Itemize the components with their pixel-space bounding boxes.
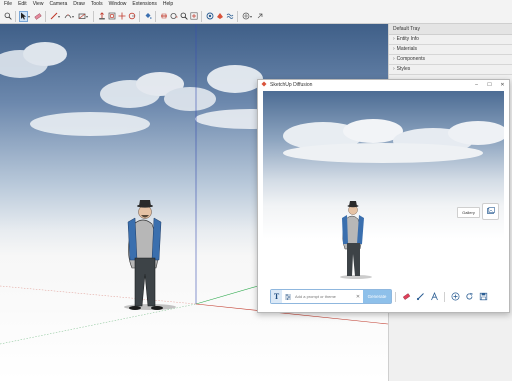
- zoom-extents-icon[interactable]: [189, 11, 198, 22]
- tray-title: Default Tray: [389, 24, 512, 35]
- menu-tools[interactable]: Tools: [88, 0, 106, 9]
- chevron-down-icon[interactable]: ▾: [250, 14, 254, 19]
- toolbar-separator: [139, 10, 140, 22]
- text-style-icon[interactable]: [427, 289, 441, 304]
- bottom-bar-separator: [444, 291, 445, 302]
- chevron-right-icon: ›: [393, 46, 395, 52]
- toolbar-separator: [45, 10, 46, 22]
- dialog-title-bar[interactable]: SketchUp Diffusion – ☐ ✕: [258, 80, 509, 90]
- toolbar-separator: [93, 10, 94, 22]
- move-icon[interactable]: [117, 11, 126, 22]
- tray-panel-label: Components: [396, 56, 426, 62]
- chevron-right-icon: ›: [393, 66, 395, 72]
- chevron-down-icon[interactable]: ▾: [86, 14, 90, 19]
- save-icon[interactable]: [476, 289, 490, 304]
- gallery-label[interactable]: Gallery: [457, 207, 480, 218]
- settings-sliders-icon[interactable]: [282, 290, 293, 303]
- brush-tool-icon[interactable]: [413, 289, 427, 304]
- zoom-icon[interactable]: [179, 11, 188, 22]
- image-gallery-icon: [486, 206, 495, 217]
- search-icon[interactable]: [3, 11, 12, 22]
- dialog-title: SketchUp Diffusion: [270, 82, 313, 88]
- main-toolbar: ▾ ▾ ▾ ▾ ▾: [0, 9, 512, 24]
- tray-panel-entity-info[interactable]: › Entity Info: [389, 35, 512, 45]
- tray-panel-label: Styles: [396, 66, 411, 72]
- paint-bucket-icon[interactable]: [143, 11, 152, 22]
- rectangle-icon[interactable]: [77, 11, 86, 22]
- offset-icon[interactable]: [107, 11, 116, 22]
- text-prompt-mode-button[interactable]: T: [271, 290, 282, 303]
- generate-button[interactable]: Generate: [363, 290, 391, 303]
- diffusion-bottom-bar: T ✕ Generate: [270, 288, 502, 305]
- tray-panel-components[interactable]: › Components: [389, 55, 512, 65]
- model-info-icon[interactable]: [255, 11, 264, 22]
- menu-view[interactable]: View: [30, 0, 47, 9]
- warehouse-icon[interactable]: [205, 11, 214, 22]
- green-axis-dotted: [0, 303, 197, 345]
- menu-camera[interactable]: Camera: [46, 0, 70, 9]
- prompt-input[interactable]: [293, 290, 355, 303]
- menu-help[interactable]: Help: [160, 0, 176, 9]
- section-plane-icon[interactable]: [159, 11, 168, 22]
- gallery-button[interactable]: [482, 203, 499, 220]
- toolbar-separator: [15, 10, 16, 22]
- preview-image: Gallery: [263, 91, 504, 288]
- diffusion-dialog: SketchUp Diffusion – ☐ ✕ Gallery T Add a…: [257, 79, 510, 313]
- chevron-down-icon[interactable]: ▾: [58, 14, 62, 19]
- chevron-down-icon[interactable]: ▾: [28, 14, 32, 19]
- menu-extensions[interactable]: Extensions: [129, 0, 159, 9]
- eraser-icon[interactable]: [33, 11, 42, 22]
- arc-icon[interactable]: [63, 11, 72, 22]
- toolbar-separator: [201, 10, 202, 22]
- push-pull-icon[interactable]: [97, 11, 106, 22]
- tray-panel-styles[interactable]: › Styles: [389, 65, 512, 75]
- preview-person: [340, 201, 372, 279]
- menu-draw[interactable]: Draw: [70, 0, 88, 9]
- eraser-tool-icon[interactable]: [399, 289, 413, 304]
- add-icon[interactable]: [448, 289, 462, 304]
- maximize-button[interactable]: ☐: [483, 82, 496, 88]
- sketchup-logo-icon: [261, 81, 267, 89]
- tape-measure-icon[interactable]: [169, 11, 178, 22]
- minimize-button[interactable]: –: [470, 82, 483, 88]
- extension-warehouse-icon[interactable]: [215, 11, 224, 22]
- prompt-group: T ✕ Generate: [270, 289, 392, 304]
- red-axis-dotted: [0, 285, 197, 305]
- bottom-bar-separator: [395, 291, 396, 302]
- toolbar-separator: [237, 10, 238, 22]
- person-figure: [124, 200, 176, 310]
- tray-panel-label: Materials: [396, 46, 417, 52]
- add-location-icon[interactable]: [241, 11, 250, 22]
- pencil-line-icon[interactable]: [49, 11, 58, 22]
- rotate-icon[interactable]: [127, 11, 136, 22]
- menu-file[interactable]: File: [0, 0, 15, 9]
- menu-edit[interactable]: Edit: [15, 0, 30, 9]
- chevron-right-icon: ›: [393, 36, 395, 42]
- menu-bar: File Edit View Camera Draw Tools Window …: [0, 0, 512, 9]
- tray-panel-label: Entity Info: [396, 36, 419, 42]
- diffusion-icon[interactable]: [225, 11, 234, 22]
- clear-prompt-icon[interactable]: ✕: [355, 294, 361, 300]
- green-axis: [195, 285, 259, 305]
- chevron-right-icon: ›: [393, 56, 395, 62]
- chevron-down-icon[interactable]: ▾: [72, 14, 76, 19]
- select-tool-icon[interactable]: [19, 10, 28, 22]
- close-button[interactable]: ✕: [496, 82, 509, 88]
- refresh-icon[interactable]: [462, 289, 476, 304]
- toolbar-separator: [155, 10, 156, 22]
- tray-panel-materials[interactable]: › Materials: [389, 45, 512, 55]
- menu-window[interactable]: Window: [106, 0, 130, 9]
